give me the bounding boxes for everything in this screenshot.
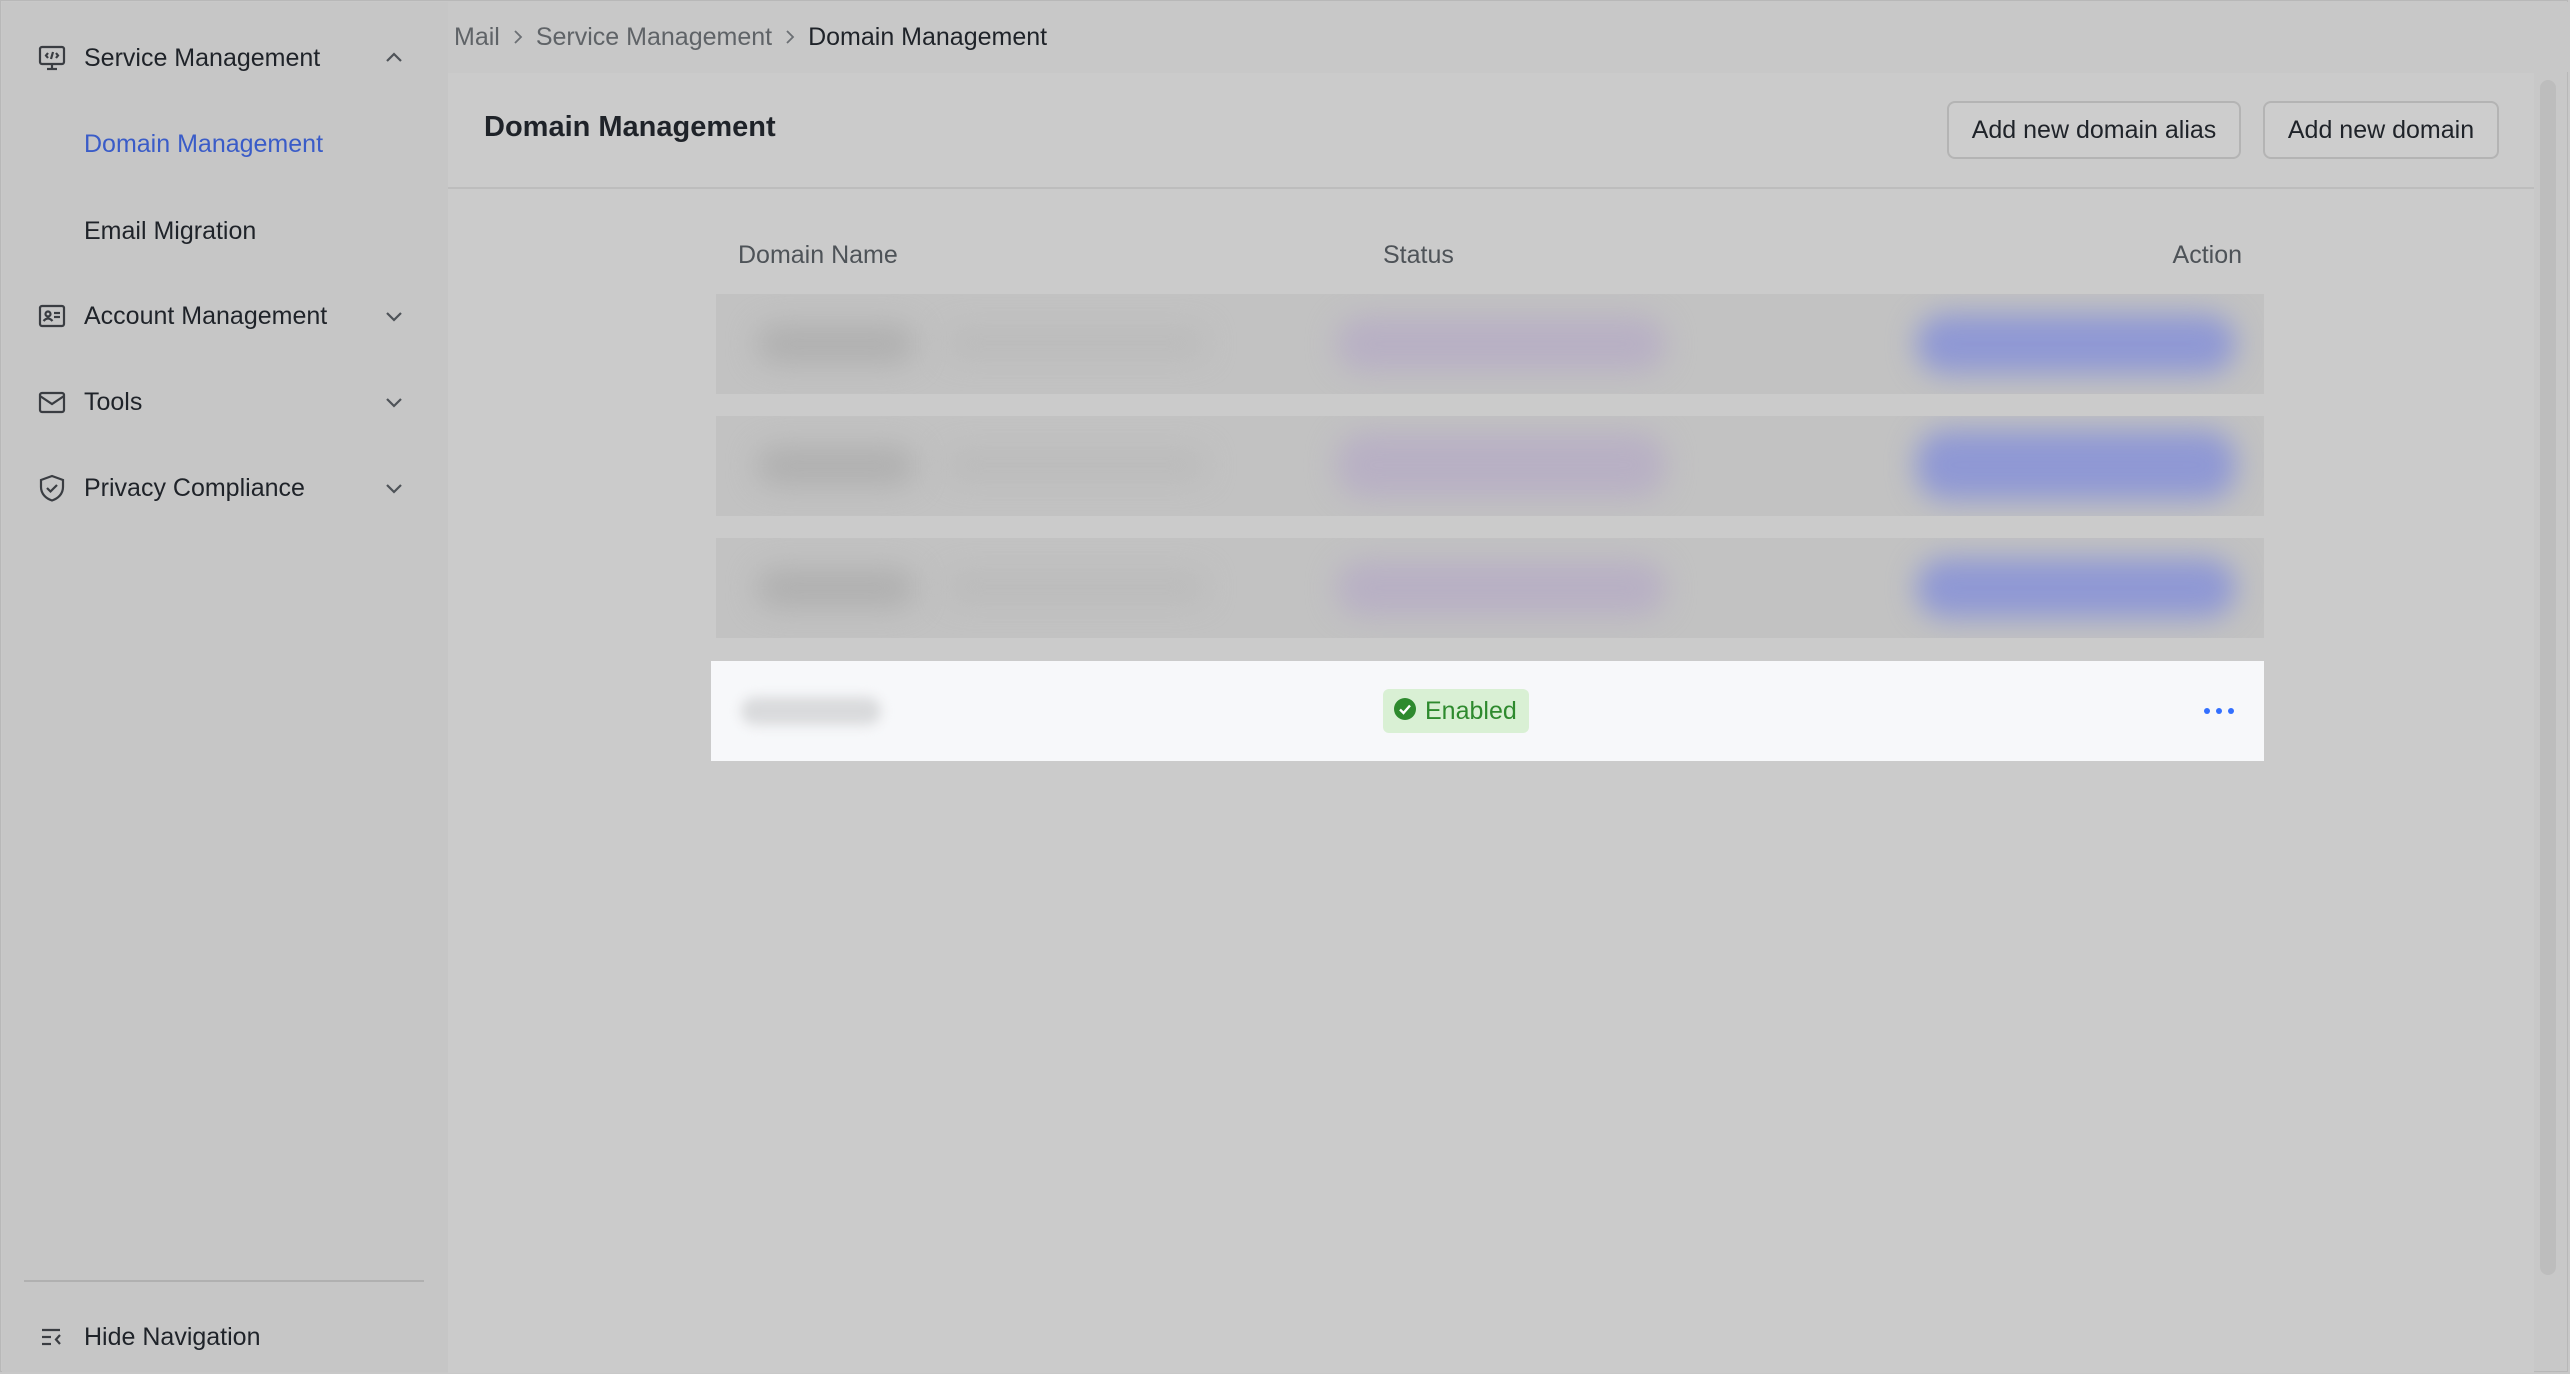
check-circle-icon bbox=[1393, 697, 1417, 726]
page-title: Domain Management bbox=[484, 111, 776, 143]
chevron-up-icon[interactable] bbox=[380, 44, 408, 72]
sidebar-item-label: Email Migration bbox=[84, 216, 257, 245]
more-icon-dot bbox=[2204, 708, 2210, 714]
table-row[interactable]: Enabled bbox=[711, 661, 2264, 761]
scrollbar[interactable] bbox=[2540, 80, 2556, 1275]
status-text: Enabled bbox=[1425, 696, 1517, 725]
breadcrumb-domain-management: Domain Management bbox=[808, 22, 1048, 51]
blurred-content bbox=[1336, 560, 1666, 616]
column-header-domain-name: Domain Name bbox=[738, 241, 898, 269]
blurred-content bbox=[756, 446, 916, 486]
blurred-content bbox=[1336, 316, 1666, 372]
sidebar-item-service-management[interactable]: Service Management bbox=[2, 23, 448, 93]
chevron-down-icon[interactable] bbox=[380, 388, 408, 416]
chevron-right-icon bbox=[772, 23, 808, 51]
blurred-content bbox=[946, 450, 1206, 480]
more-actions-button[interactable] bbox=[2197, 691, 2241, 731]
mail-icon bbox=[36, 386, 68, 418]
hide-navigation-button[interactable]: Hide Navigation bbox=[2, 1307, 448, 1367]
column-header-action: Action bbox=[2172, 241, 2242, 269]
table-row bbox=[716, 416, 2264, 516]
blurred-content bbox=[756, 568, 916, 608]
sidebar-item-privacy-compliance[interactable]: Privacy Compliance bbox=[2, 453, 448, 523]
add-domain-alias-button[interactable]: Add new domain alias bbox=[1947, 101, 2241, 159]
sidebar-item-label: Privacy Compliance bbox=[84, 473, 305, 502]
breadcrumb: Mail Service Management Domain Managemen… bbox=[448, 2, 2568, 72]
table-row bbox=[716, 538, 2264, 638]
breadcrumb-mail[interactable]: Mail bbox=[454, 23, 500, 52]
add-domain-button[interactable]: Add new domain bbox=[2263, 101, 2499, 159]
blurred-content bbox=[1916, 314, 2236, 374]
breadcrumb-service-management[interactable]: Service Management bbox=[536, 23, 772, 52]
chevron-down-icon[interactable] bbox=[380, 474, 408, 502]
sidebar-item-label: Domain Management bbox=[84, 129, 324, 158]
chevron-right-icon bbox=[500, 23, 536, 51]
sidebar-item-label: Account Management bbox=[84, 301, 328, 330]
page-header: Domain Management Add new domain alias A… bbox=[448, 73, 2534, 189]
hide-navigation-label: Hide Navigation bbox=[84, 1322, 261, 1351]
table-header: Domain Name Status Action bbox=[716, 225, 2264, 285]
sidebar-item-label: Service Management bbox=[84, 43, 321, 72]
sidebar-item-domain-management[interactable]: Domain Management bbox=[2, 109, 448, 179]
blurred-content bbox=[1916, 558, 2236, 618]
sidebar-item-account-management[interactable]: Account Management bbox=[2, 281, 448, 351]
domain-name-blurred bbox=[741, 697, 881, 725]
blurred-content bbox=[946, 328, 1206, 358]
blurred-content bbox=[756, 324, 916, 364]
sidebar-item-tools[interactable]: Tools bbox=[2, 367, 448, 437]
blurred-content bbox=[946, 572, 1206, 602]
blurred-content bbox=[1336, 432, 1666, 498]
id-card-icon bbox=[36, 300, 68, 332]
more-icon-dot bbox=[2228, 708, 2234, 714]
sidebar: Service Management Domain Management Ema… bbox=[2, 2, 448, 1372]
shield-check-icon bbox=[36, 472, 68, 504]
sidebar-item-email-migration[interactable]: Email Migration bbox=[2, 196, 448, 266]
monitor-code-icon bbox=[36, 42, 68, 74]
chevron-down-icon[interactable] bbox=[380, 302, 408, 330]
collapse-menu-icon bbox=[36, 1321, 68, 1353]
sidebar-divider bbox=[24, 1280, 424, 1282]
blurred-content bbox=[1916, 430, 2236, 500]
status-badge: Enabled bbox=[1383, 689, 1529, 733]
sidebar-item-label: Tools bbox=[84, 387, 143, 416]
column-header-status: Status bbox=[1383, 241, 1454, 269]
table-row bbox=[716, 294, 2264, 394]
more-icon-dot bbox=[2216, 708, 2222, 714]
